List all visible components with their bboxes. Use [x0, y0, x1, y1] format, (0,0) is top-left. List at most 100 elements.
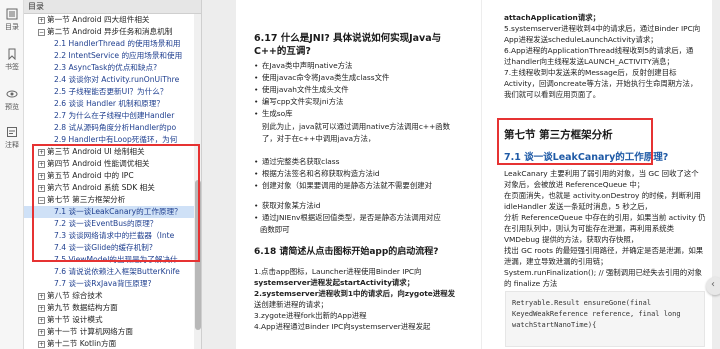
toc-label: 第十一节 计算机网络方面	[47, 327, 133, 336]
body-line: LeakCanary 主要利用了弱引用的对象，当 GC 回收了这个	[504, 169, 699, 178]
toc-subitem[interactable]: 7.1 谈一谈LeakCanary的工作原理？	[24, 206, 194, 218]
collapse-icon[interactable]: −	[38, 196, 45, 204]
code-line: Retryable.Result ensureGone(final	[512, 299, 652, 307]
bookmark-icon	[8, 48, 16, 60]
paragraph-line: 别此为止，java就可以通过调用native方法调用c++函数	[262, 122, 451, 131]
launch-step-line: 送创建新进程的请求；	[254, 300, 328, 309]
toc-subitem[interactable]: 2.6 谈谈 Handler 机制和原理？	[24, 98, 194, 110]
body-line: VMDebug 提供的方法，获取内存快照，	[504, 235, 639, 244]
expand-icon[interactable]: +	[38, 340, 45, 348]
launch-step-line: Activity，回调oncreate等方法，开始执行生命周期方法，	[504, 79, 698, 88]
expand-icon[interactable]: +	[38, 172, 45, 180]
rail-preview-label: 预览	[5, 103, 19, 111]
bullet-item: 在Java类中声明native方法	[254, 60, 352, 71]
body-line: idleHandler 发送一条延时消息，5 秒之后，	[504, 202, 652, 211]
heading-6-17-cont: C++的互调?	[254, 46, 311, 57]
toc-chapter[interactable]: + 第十节 设计模式	[24, 314, 194, 326]
toc-subitem[interactable]: 2.7 为什么在子线程中创建Handler	[24, 110, 194, 122]
bullet-item: 通过完整类名获取class	[254, 156, 340, 167]
toc-subitem[interactable]: 2.4 谈谈你对 Activity.runOnUiThre	[24, 74, 194, 86]
rail-toc-button[interactable]: 目录	[0, 8, 24, 32]
toc-chapter[interactable]: − 第二节 Android 异步任务和消息机制	[24, 26, 194, 38]
toc-chapter[interactable]: + 第十一节 计算机网络方面	[24, 326, 194, 338]
toc-label: 第一节 Android 四大组件相关	[47, 15, 150, 24]
toc-chapter[interactable]: − 第七节 第三方框架分析	[24, 194, 194, 206]
toc-label: 第七节 第三方框架分析	[47, 195, 126, 204]
body-line: 分析 ReferenceQueue 中存在的引用，如果当前 activity 仍	[504, 213, 706, 222]
scroll-top-button[interactable]: ‹	[706, 277, 720, 295]
toc-subitem[interactable]: 7.7 谈一谈RxJava背压原理?	[24, 278, 194, 290]
rail-annotation-button[interactable]: 注释	[0, 126, 24, 150]
launch-step-line: 我们就可以看到应用页面了。	[504, 90, 601, 99]
bullet-item: 生成so库	[254, 108, 292, 119]
body-line: 的 finalize 方法	[504, 279, 558, 288]
code-line: watchStartNanoTime){	[512, 321, 597, 329]
heading-6-17: 6.17 什么是JNI? 具体说说如何实现Java与	[254, 33, 442, 44]
toc-subitem[interactable]: 7.2 谈一谈EventBus的原理？	[24, 218, 194, 230]
bullet-item: 创建对象（如果要调用的是静态方法就不需要创建对	[254, 180, 432, 191]
toc-chapter[interactable]: + 第八节 综合技术	[24, 290, 194, 302]
preview-icon	[6, 90, 18, 98]
toc-label: 7.5 ViewModel的出现是为了解决什	[54, 255, 178, 264]
expand-icon[interactable]: +	[38, 148, 45, 156]
launch-step-line: attachApplication请求；	[504, 13, 600, 22]
toc-subitem[interactable]: 7.6 请说说依赖注入框架ButterKnife	[24, 266, 194, 278]
annotation-icon	[7, 127, 17, 137]
toc-chapter[interactable]: + 第一节 Android 四大组件相关	[24, 14, 194, 26]
toc-subitem[interactable]: 2.8 试从源码角度分析Handler的po	[24, 122, 194, 134]
expand-icon[interactable]: +	[38, 292, 45, 300]
toc-subitem[interactable]: 7.3 谈谈网络请求中的拦截器（Inte	[24, 230, 194, 242]
toc-label: 2.4 谈谈你对 Activity.runOnUiThre	[54, 75, 180, 84]
toc-subitem[interactable]: 2.5 子线程能否更新UI？为什么？	[24, 86, 194, 98]
toc-label: 7.7 谈一谈RxJava背压原理?	[54, 279, 152, 288]
bullet-item: 通过JNIEnv根据返回值类型，是否是静态方法调用对应	[254, 212, 441, 223]
toc-chapter[interactable]: + 第九节 数据结构方面	[24, 302, 194, 314]
rail-bookmark-label: 书签	[5, 63, 19, 71]
toc-label: 7.2 谈一谈EventBus的原理？	[54, 219, 158, 228]
toc-label: 2.6 谈谈 Handler 机制和原理？	[54, 99, 164, 108]
body-line: 找出 GC roots 的最短强引用路径，并确定是否是泄漏，如果	[504, 246, 704, 255]
toc-chapter[interactable]: + 第三节 Android UI 绘制相关	[24, 146, 194, 158]
toc-chapter[interactable]: + 第六节 Android 系统 SDK 相关	[24, 182, 194, 194]
body-line: 在引用队列中，则认为可能存在泄漏，再利用系统类	[504, 224, 674, 233]
toc-label: 7.1 谈一谈LeakCanary的工作原理？	[54, 207, 182, 216]
toc-scrollbar-thumb[interactable]	[195, 180, 201, 330]
toc-header: 目录	[24, 0, 201, 14]
toc-subitem[interactable]: 7.5 ViewModel的出现是为了解决什	[24, 254, 194, 266]
page-left: 6.17 什么是JNI? 具体说说如何实现Java与 C++的互调? 在Java…	[236, 0, 481, 349]
expand-icon[interactable]: +	[38, 16, 45, 24]
expand-icon[interactable]: +	[38, 160, 45, 168]
body-line: 对象后，会被放进 ReferenceQueue 中；	[504, 180, 645, 189]
rail-preview-button[interactable]: 预览	[0, 88, 24, 112]
rail-bookmark-button[interactable]: 书签	[0, 48, 24, 72]
heading-6-18: 6.18 请简述从点击图标开始app的启动流程?	[254, 247, 439, 257]
toc-label: 第十节 设计模式	[47, 315, 103, 324]
launch-step-line: 5.systemserver进程收到4中的请求后，通过Binder IPC向	[504, 24, 701, 33]
toc-subitem[interactable]: 2.1 HandlerThread 的使用场景和用	[24, 38, 194, 50]
launch-step-line: systemserver进程发起startActivity请求；	[254, 278, 415, 287]
toc-label: 第十二节 Kotlin方面	[47, 339, 117, 348]
launch-step-line: 6.App进程的ApplicationThread线程收到5的请求后，通	[504, 46, 694, 55]
expand-icon[interactable]: +	[38, 184, 45, 192]
toc-subitem[interactable]: 2.2 IntentService 的应用场景和使用	[24, 50, 194, 62]
paragraph-line: 了，对于在c++中调用java方法，	[262, 134, 376, 143]
collapse-icon[interactable]: −	[38, 28, 45, 36]
code-block: Retryable.Result ensureGone(final KeyedWe…	[505, 291, 705, 347]
toc-chapter[interactable]: + 第五节 Android 中的 IPC	[24, 170, 194, 182]
toc-subitem[interactable]: 7.4 谈一谈Glide的缓存机制?	[24, 242, 194, 254]
toc-label: 第四节 Android 性能调优相关	[47, 159, 150, 168]
arrow-icon: ‹	[711, 279, 715, 290]
rail-toc-label: 目录	[5, 23, 19, 31]
toc-subitem[interactable]: 2.9 Handler中有Loop死循环，为何	[24, 134, 194, 146]
toc-title: 目录	[28, 2, 44, 11]
launch-step-line: 4.App进程通过Binder IPC向systemserver进程发起	[254, 322, 431, 331]
toc-label: 第五节 Android 中的 IPC	[47, 171, 134, 180]
expand-icon[interactable]: +	[38, 304, 45, 312]
expand-icon[interactable]: +	[38, 316, 45, 324]
toc-chapter[interactable]: + 第十二节 Kotlin方面	[24, 338, 194, 349]
toc-chapter[interactable]: + 第四节 Android 性能调优相关	[24, 158, 194, 170]
toc-scrollbar[interactable]	[194, 14, 201, 349]
toc-label: 7.6 请说说依赖注入框架ButterKnife	[54, 267, 180, 276]
toc-subitem[interactable]: 2.3 AsyncTask的优点和缺点?	[24, 62, 194, 74]
expand-icon[interactable]: +	[38, 328, 45, 336]
